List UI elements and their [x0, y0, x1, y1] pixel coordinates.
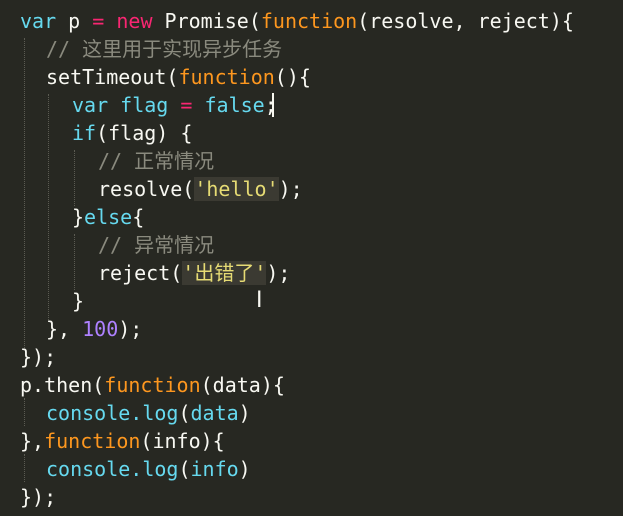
call-token: reject(	[98, 261, 183, 285]
code-line-16[interactable]: },function(info){	[20, 427, 225, 455]
params-token: (resolve, reject){	[357, 9, 574, 33]
keyword-token: var	[72, 93, 109, 117]
keyword-token: new	[116, 9, 153, 33]
constructor-token: Promise(	[164, 9, 261, 33]
function-keyword-token: function	[178, 65, 275, 89]
operator-token: =	[180, 93, 193, 117]
condition-token: (flag) {	[96, 121, 193, 145]
indent-guide	[74, 150, 75, 206]
punctuation-token: );	[266, 261, 291, 285]
indent-guide	[74, 234, 75, 290]
paren-token: )	[238, 401, 251, 425]
argument-token: info	[190, 457, 239, 481]
identifier-token: p	[68, 9, 81, 33]
code-editor[interactable]: var p = new Promise(function(resolve, re…	[0, 0, 623, 516]
punctuation-token: );	[278, 177, 303, 201]
brace-token: });	[20, 485, 57, 509]
paren-token: (	[178, 401, 191, 425]
paren-token: (	[178, 457, 191, 481]
comment-token: // 这里用于实现异步任务	[46, 37, 283, 61]
keyword-token: else	[84, 205, 133, 229]
function-keyword-token: function	[260, 9, 358, 33]
argument-token: data	[190, 401, 239, 425]
call-token: setTimeout(	[46, 65, 179, 89]
code-line-10[interactable]: reject('出错了');	[98, 259, 290, 287]
code-line-2[interactable]: // 这里用于实现异步任务	[46, 35, 282, 63]
code-line-13[interactable]: });	[20, 343, 56, 371]
code-line-14[interactable]: p.then(function(data){	[20, 371, 285, 399]
identifier-token: flag	[120, 93, 169, 117]
semicolon-token: ;	[264, 93, 277, 117]
string-token: '出错了'	[182, 261, 267, 285]
code-line-12[interactable]: }, 100);	[46, 315, 142, 343]
code-line-17[interactable]: console.log(info)	[46, 455, 251, 483]
comment-token: // 正常情况	[98, 149, 215, 173]
code-line-6[interactable]: // 正常情况	[98, 147, 214, 175]
indent-guide	[24, 454, 25, 482]
boolean-token: false	[204, 93, 265, 117]
ibeam-cursor-icon: I	[256, 288, 263, 313]
call-token: resolve(	[98, 177, 195, 201]
code-line-18[interactable]: });	[20, 483, 56, 511]
brace-token: });	[20, 345, 57, 369]
brace-token: {	[132, 205, 145, 229]
code-line-9[interactable]: // 异常情况	[98, 231, 214, 259]
function-keyword-token: function	[44, 429, 141, 453]
brace-token: }	[72, 289, 85, 313]
params-token: (){	[274, 65, 311, 89]
code-line-5[interactable]: if(flag) {	[72, 119, 192, 147]
brace-token: }	[72, 205, 85, 229]
operator-token: =	[92, 9, 105, 33]
code-line-7[interactable]: resolve('hello');	[98, 175, 303, 203]
keyword-token: var	[20, 9, 57, 33]
indent-guide	[24, 38, 25, 350]
indent-guide	[48, 94, 49, 322]
keyword-token: if	[72, 121, 97, 145]
params-token: (data){	[200, 373, 285, 397]
call-token: p.then(	[20, 373, 105, 397]
brace-token: },	[20, 429, 45, 453]
code-line-1[interactable]: var p = new Promise(function(resolve, re…	[20, 7, 574, 35]
object-token: console.	[46, 457, 143, 481]
method-token: log	[142, 401, 179, 425]
function-keyword-token: function	[104, 373, 201, 397]
text-cursor	[272, 93, 274, 117]
code-line-4[interactable]: var flag = false;	[72, 91, 277, 119]
indent-guide	[24, 398, 25, 426]
string-token: 'hello'	[194, 177, 279, 201]
object-token: console.	[46, 401, 143, 425]
comment-token: // 异常情况	[98, 233, 215, 257]
paren-token: )	[238, 457, 251, 481]
params-token: (info){	[140, 429, 225, 453]
number-token: 100	[82, 317, 119, 341]
brace-token: },	[46, 317, 71, 341]
code-line-8[interactable]: }else{	[72, 203, 144, 231]
method-token: log	[142, 457, 179, 481]
punctuation-token: );	[118, 317, 143, 341]
code-line-3[interactable]: setTimeout(function(){	[46, 63, 311, 91]
code-line-15[interactable]: console.log(data)	[46, 399, 251, 427]
code-line-11[interactable]: }	[72, 287, 84, 315]
